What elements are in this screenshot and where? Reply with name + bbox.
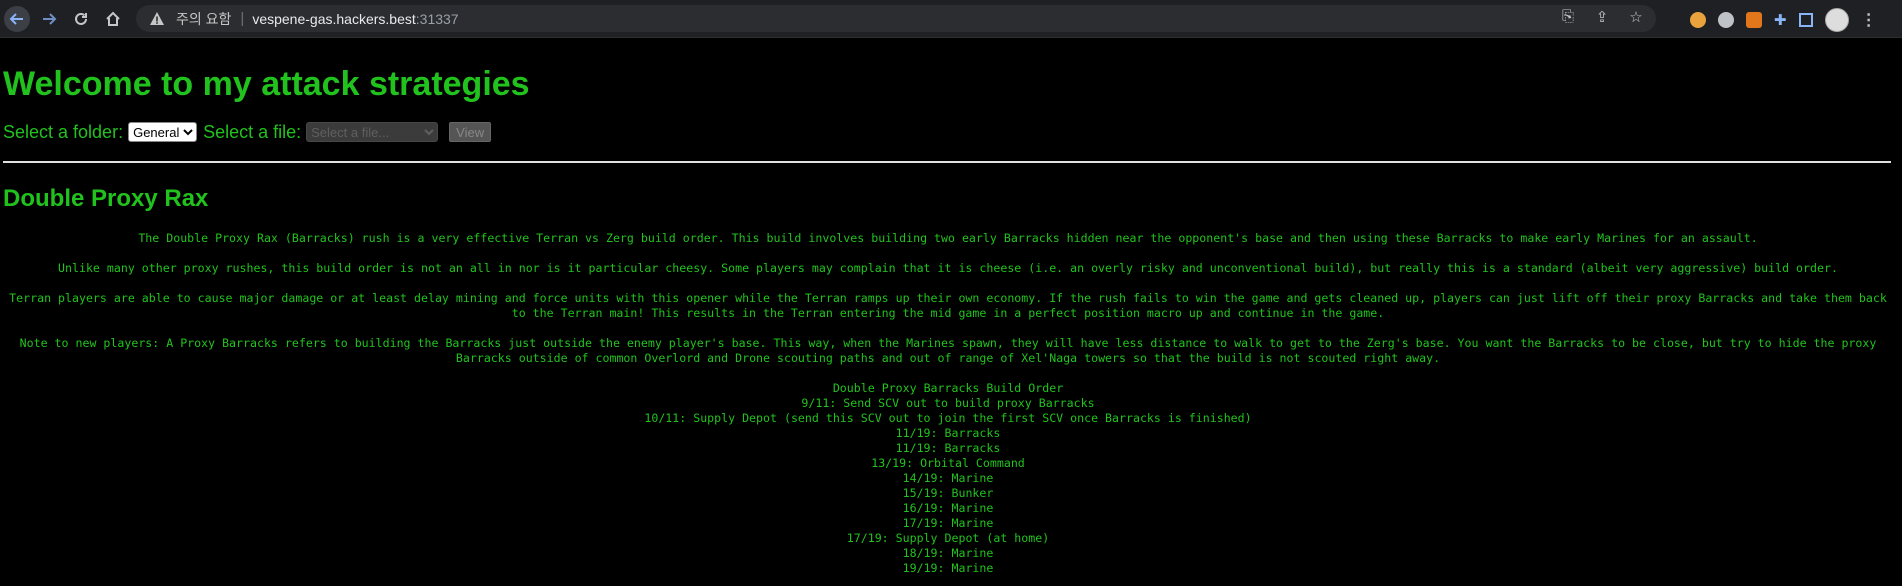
url-host[interactable]: vespene-gas.hackers.best: [252, 11, 415, 27]
article-heading: Double Proxy Rax: [3, 185, 209, 212]
article-paragraph: The Double Proxy Rax (Barracks) rush is …: [138, 231, 1758, 245]
build-order-step: 19/19: Marine: [902, 561, 994, 575]
build-order-step: 15/19: Bunker: [902, 486, 994, 500]
warning-icon[interactable]: [148, 10, 166, 28]
file-select[interactable]: Select a file...: [306, 122, 439, 142]
back-icon[interactable]: [4, 5, 30, 32]
build-order-step: 11/19: Barracks: [895, 426, 1001, 440]
forward-icon[interactable]: [36, 6, 62, 32]
home-icon[interactable]: [100, 6, 126, 32]
share-icon[interactable]: ⇪: [1592, 8, 1612, 26]
folder-label: Select a folder:: [3, 121, 124, 142]
translate-icon[interactable]: ⎘: [1558, 8, 1578, 26]
build-order-step: 13/19: Orbital Command: [871, 456, 1025, 470]
build-order-step: 11/19: Barracks: [895, 441, 1001, 455]
browser-toolbar: 주의 요함 | vespene-gas.hackers.best:31337 ⎘…: [0, 0, 1902, 38]
file-label: Select a file:: [203, 121, 302, 142]
folder-select[interactable]: General: [128, 122, 198, 142]
puzzle-extensions-icon[interactable]: ✚: [1774, 11, 1787, 29]
build-order-step: 18/19: Marine: [902, 546, 994, 560]
address-bar[interactable]: 주의 요함 | vespene-gas.hackers.best:31337 ⎘…: [136, 5, 1656, 32]
build-order-title: Double Proxy Barracks Build Order: [832, 381, 1064, 395]
article-paragraph: Terran players are able to cause major d…: [9, 291, 1887, 320]
build-order-step: 10/11: Supply Depot (send this SCV out t…: [644, 411, 1252, 425]
side-panel-icon[interactable]: [1798, 13, 1813, 27]
divider: [3, 161, 1891, 163]
security-warning-text[interactable]: 주의 요함: [176, 9, 231, 29]
url-separator: |: [240, 10, 245, 27]
browser-menu-icon[interactable]: ⋮: [1861, 10, 1877, 30]
article-paragraph: Unlike many other proxy rushes, this bui…: [58, 261, 1838, 275]
page-content: Welcome to my attack strategies Select a…: [3, 38, 1893, 576]
toolbar-divider: [0, 35, 1902, 37]
bookmark-star-icon[interactable]: ☆: [1626, 8, 1646, 26]
page-title: Welcome to my attack strategies: [3, 65, 530, 103]
extension-icon[interactable]: [1718, 12, 1734, 28]
file-picker: Select a folder: General Select a file: …: [3, 120, 1893, 144]
url-port[interactable]: :31337: [416, 11, 459, 27]
build-order-step: 14/19: Marine: [902, 471, 994, 485]
build-order-step: 16/19: Marine: [902, 501, 994, 515]
build-order-step: 9/11: Send SCV out to build proxy Barrac…: [801, 396, 1095, 410]
metamask-icon[interactable]: [1746, 12, 1762, 28]
build-order-step: 17/19: Supply Depot (at home): [846, 531, 1050, 545]
article-paragraph: Note to new players: A Proxy Barracks re…: [19, 336, 1877, 365]
cookie-extension-icon[interactable]: [1690, 12, 1706, 28]
article-body: The Double Proxy Rax (Barracks) rush is …: [3, 231, 1893, 576]
reload-icon[interactable]: [68, 6, 94, 32]
view-button[interactable]: View: [449, 122, 492, 142]
build-order-step: 17/19: Marine: [902, 516, 994, 530]
profile-avatar[interactable]: [1824, 8, 1849, 32]
